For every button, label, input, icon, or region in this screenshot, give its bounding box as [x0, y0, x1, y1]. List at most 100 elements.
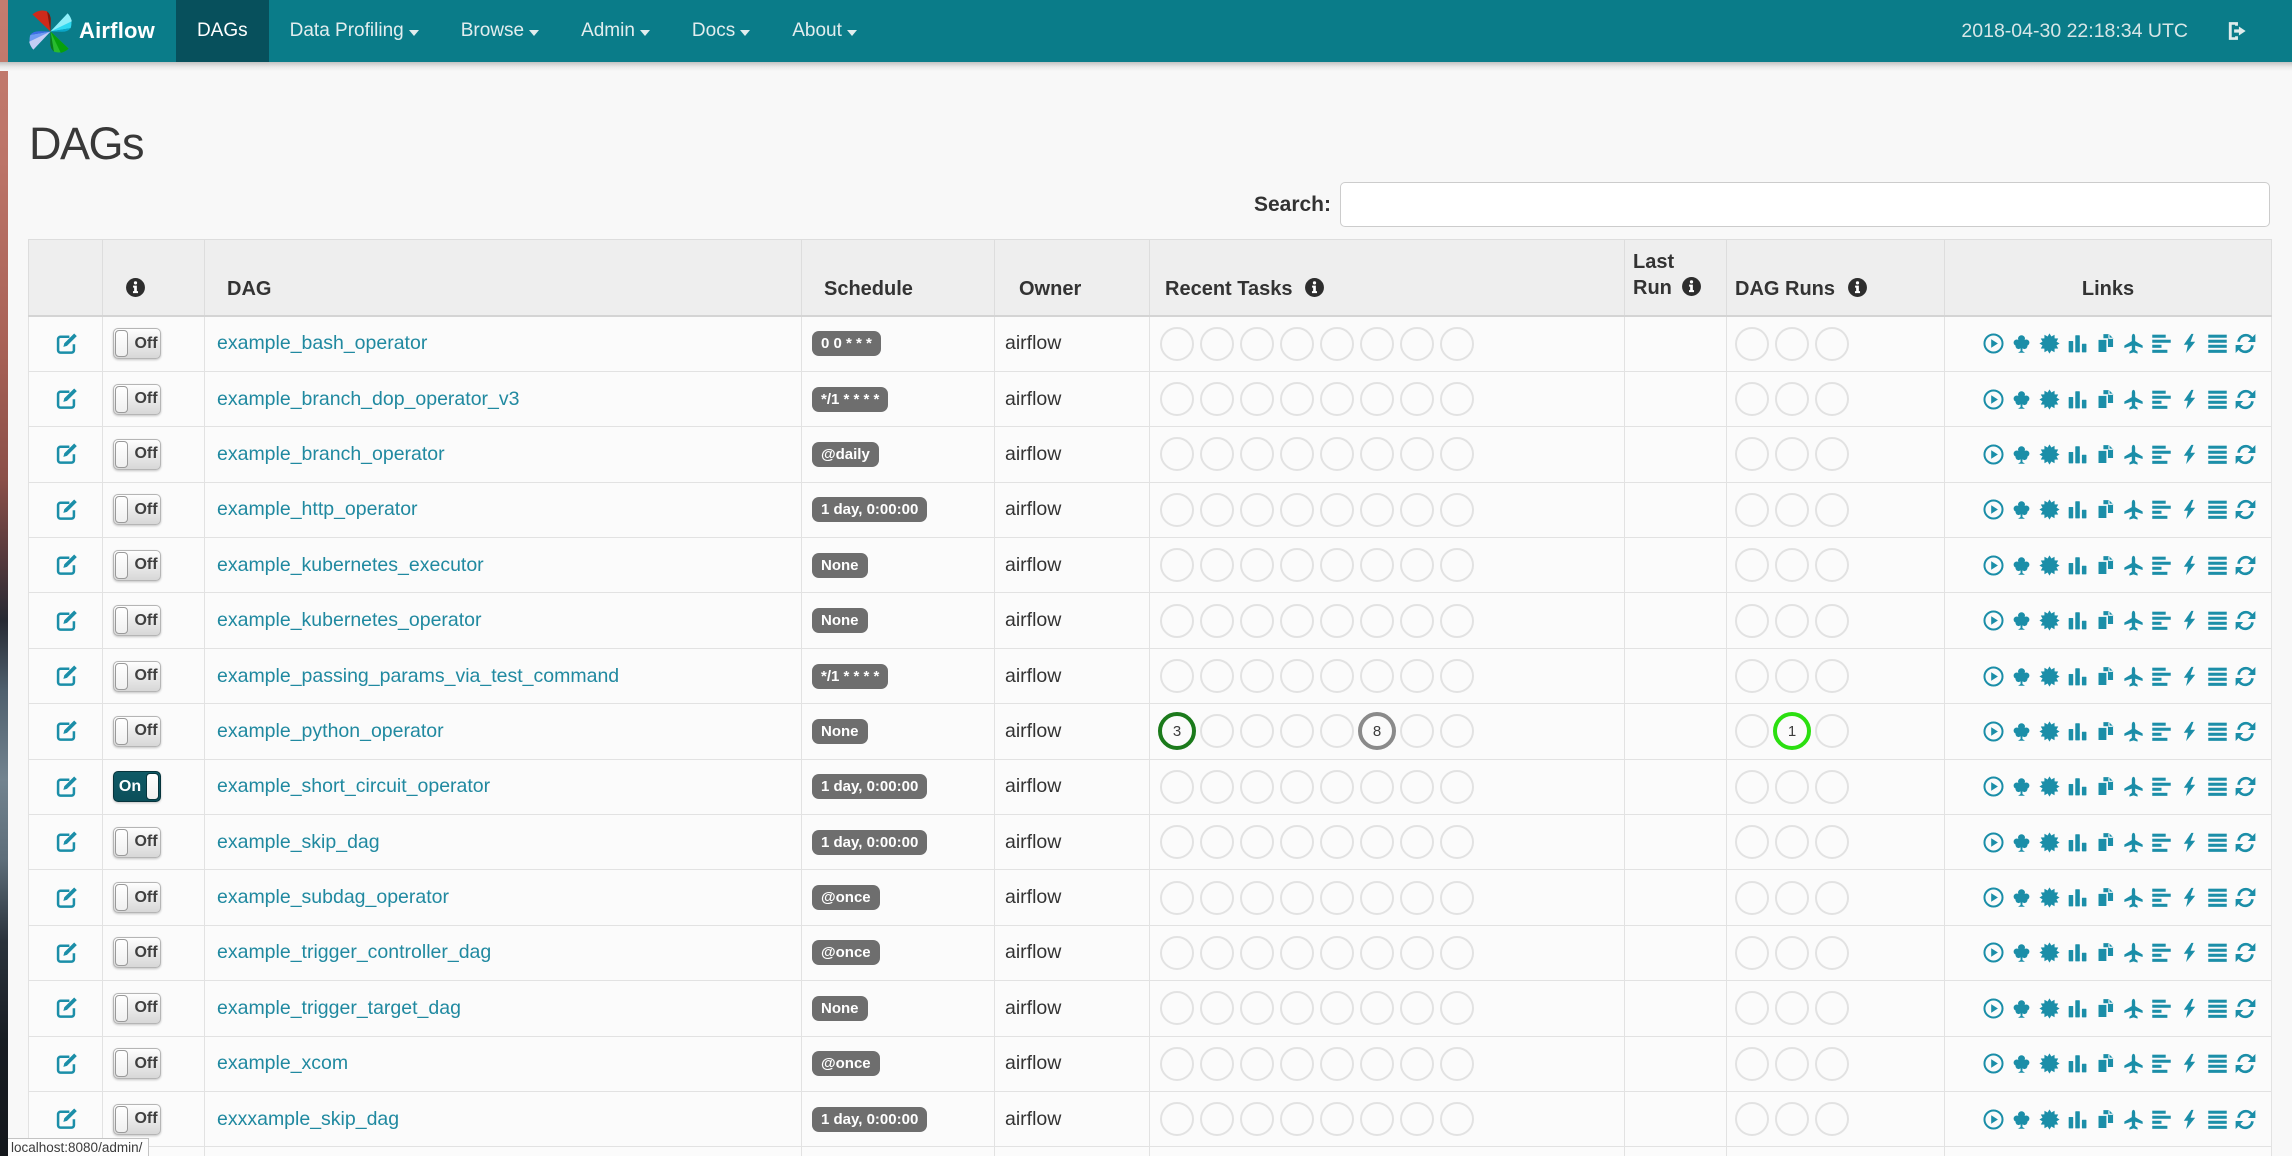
dag-toggle[interactable]: Off: [113, 937, 161, 969]
dag-toggle[interactable]: Off: [113, 383, 161, 415]
task-tries-icon[interactable]: [2095, 721, 2116, 742]
code-view-icon[interactable]: [2179, 444, 2200, 465]
task-tries-icon[interactable]: [2095, 610, 2116, 631]
status-circle-empty[interactable]: [1775, 548, 1809, 583]
status-circle-empty[interactable]: [1200, 1102, 1234, 1137]
task-tries-icon[interactable]: [2095, 389, 2116, 410]
status-circle-empty[interactable]: [1815, 1046, 1849, 1081]
code-view-icon[interactable]: [2179, 721, 2200, 742]
info-icon[interactable]: [1847, 277, 1868, 298]
status-circle-empty[interactable]: [1400, 1102, 1434, 1137]
task-tries-icon[interactable]: [2095, 1109, 2116, 1130]
code-view-icon[interactable]: [2179, 832, 2200, 853]
dag-toggle[interactable]: Off: [113, 992, 161, 1024]
nav-item-data-profiling[interactable]: Data Profiling: [269, 0, 440, 62]
status-circle-empty[interactable]: [1320, 603, 1354, 638]
code-view-icon[interactable]: [2179, 1109, 2200, 1130]
gantt-icon[interactable]: [2151, 887, 2172, 908]
status-circle-empty[interactable]: [1815, 991, 1849, 1026]
gantt-icon[interactable]: [2151, 1109, 2172, 1130]
task-tries-icon[interactable]: [2095, 832, 2116, 853]
edit-dag-icon[interactable]: [54, 941, 78, 965]
task-duration-icon[interactable]: [2067, 333, 2088, 354]
refresh-icon[interactable]: [2235, 555, 2256, 576]
status-circle-empty[interactable]: [1240, 659, 1274, 694]
dag-link[interactable]: example_short_circuit_operator: [217, 775, 490, 797]
status-circle-empty[interactable]: [1440, 659, 1474, 694]
status-circle-empty[interactable]: [1280, 492, 1314, 527]
landing-times-icon[interactable]: [2123, 998, 2144, 1019]
status-circle-empty[interactable]: [1735, 548, 1769, 583]
status-circle-empty[interactable]: [1240, 991, 1274, 1026]
landing-times-icon[interactable]: [2123, 555, 2144, 576]
schedule-badge[interactable]: @once: [812, 940, 880, 966]
tree-view-icon[interactable]: [2011, 333, 2032, 354]
info-icon[interactable]: [1681, 276, 1702, 297]
tree-view-icon[interactable]: [2011, 389, 2032, 410]
trigger-dag-icon[interactable]: [1983, 942, 2004, 963]
dag-toggle[interactable]: Off: [113, 328, 161, 360]
code-view-icon[interactable]: [2179, 887, 2200, 908]
status-circle-empty[interactable]: [1160, 1046, 1194, 1081]
info-icon[interactable]: [1304, 277, 1325, 298]
trigger-dag-icon[interactable]: [1983, 1053, 2004, 1074]
status-circle-empty[interactable]: [1815, 935, 1849, 970]
code-view-icon[interactable]: [2179, 666, 2200, 687]
status-circle-empty[interactable]: [1735, 382, 1769, 417]
status-circle-empty[interactable]: [1360, 437, 1394, 472]
status-circle-empty[interactable]: [1735, 437, 1769, 472]
logs-icon[interactable]: [2207, 389, 2228, 410]
status-circle-empty[interactable]: [1200, 769, 1234, 804]
status-circle-empty[interactable]: [1775, 1102, 1809, 1137]
status-circle-empty[interactable]: [1160, 991, 1194, 1026]
nav-item-about[interactable]: About: [771, 0, 878, 62]
status-circle-empty[interactable]: [1160, 825, 1194, 860]
graph-view-icon[interactable]: [2039, 666, 2060, 687]
code-view-icon[interactable]: [2179, 499, 2200, 520]
graph-view-icon[interactable]: [2039, 499, 2060, 520]
status-circle-empty[interactable]: [1240, 548, 1274, 583]
status-circle-empty[interactable]: [1440, 714, 1474, 749]
header-dag[interactable]: DAG: [204, 239, 802, 317]
dag-toggle[interactable]: Off: [113, 438, 161, 470]
status-circle-empty[interactable]: [1200, 659, 1234, 694]
status-circle-empty[interactable]: [1815, 437, 1849, 472]
status-circle-empty[interactable]: [1735, 326, 1769, 361]
task-tries-icon[interactable]: [2095, 776, 2116, 797]
status-circle-empty[interactable]: [1200, 825, 1234, 860]
dag-toggle[interactable]: Off: [113, 882, 161, 914]
trigger-dag-icon[interactable]: [1983, 389, 2004, 410]
task-duration-icon[interactable]: [2067, 776, 2088, 797]
status-circle-empty[interactable]: [1400, 437, 1434, 472]
status-circle-empty[interactable]: [1280, 880, 1314, 915]
status-circle-empty[interactable]: [1735, 991, 1769, 1026]
status-circle-empty[interactable]: [1775, 603, 1809, 638]
refresh-icon[interactable]: [2235, 776, 2256, 797]
status-circle-empty[interactable]: [1360, 991, 1394, 1026]
dag-link[interactable]: example_trigger_target_dag: [217, 997, 461, 1019]
status-circle-empty[interactable]: [1440, 492, 1474, 527]
dag-link[interactable]: exxxample_skip_dag: [217, 1108, 399, 1130]
status-circle-empty[interactable]: [1440, 935, 1474, 970]
dag-toggle[interactable]: Off: [113, 605, 161, 637]
status-circle-empty[interactable]: [1240, 1046, 1274, 1081]
task-duration-icon[interactable]: [2067, 444, 2088, 465]
task-duration-icon[interactable]: [2067, 389, 2088, 410]
status-circle-empty[interactable]: [1160, 492, 1194, 527]
refresh-icon[interactable]: [2235, 1053, 2256, 1074]
status-circle-empty[interactable]: [1320, 825, 1354, 860]
status-circle-empty[interactable]: [1815, 1102, 1849, 1137]
status-circle-empty[interactable]: [1200, 880, 1234, 915]
status-circle-empty[interactable]: [1280, 659, 1314, 694]
dag-link[interactable]: example_kubernetes_executor: [217, 554, 484, 576]
edit-dag-icon[interactable]: [54, 996, 78, 1020]
tree-view-icon[interactable]: [2011, 721, 2032, 742]
status-circle-empty[interactable]: [1280, 825, 1314, 860]
status-circle-empty[interactable]: [1775, 991, 1809, 1026]
status-circle-empty[interactable]: [1735, 1102, 1769, 1137]
dag-link[interactable]: example_kubernetes_operator: [217, 609, 482, 631]
status-circle-empty[interactable]: [1815, 714, 1849, 749]
gantt-icon[interactable]: [2151, 721, 2172, 742]
logs-icon[interactable]: [2207, 776, 2228, 797]
graph-view-icon[interactable]: [2039, 776, 2060, 797]
